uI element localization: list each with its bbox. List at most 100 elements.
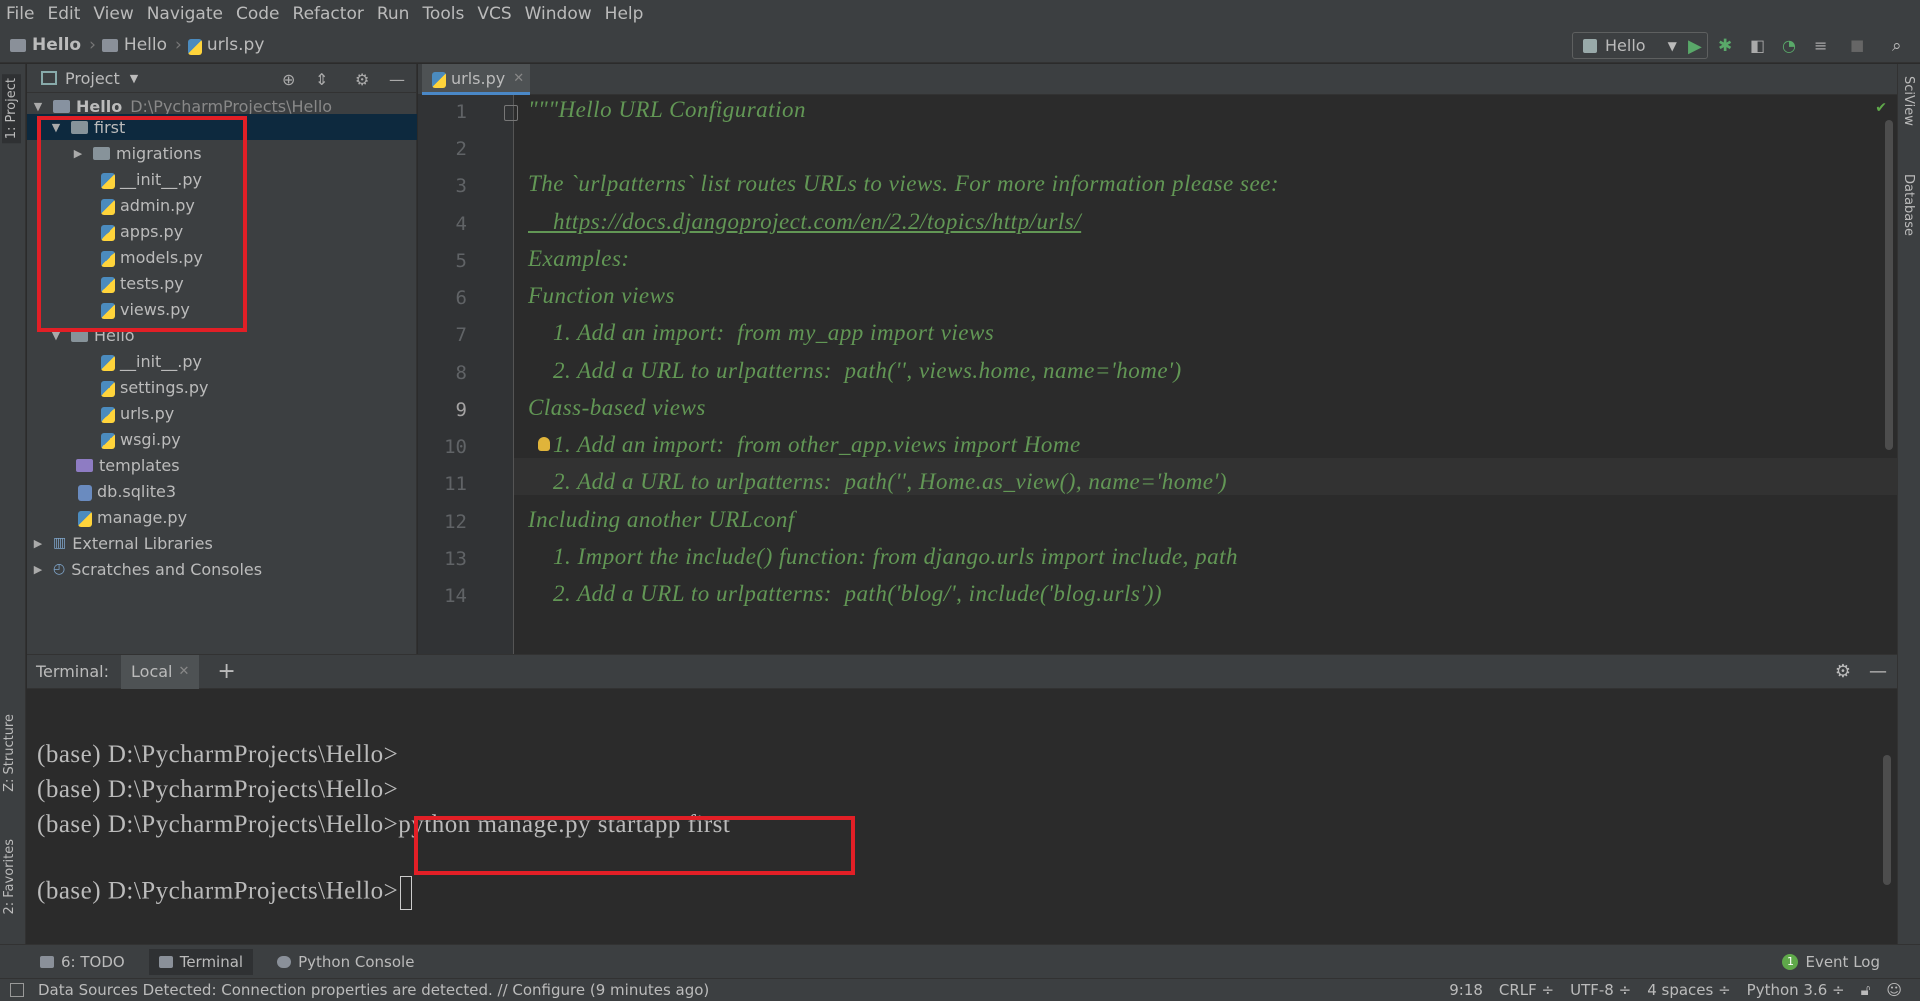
run-icon[interactable]: ▶ xyxy=(1688,36,1706,57)
status-bar: Data Sources Detected: Connection proper… xyxy=(0,978,1920,1001)
menu-refactor[interactable]: Refactor xyxy=(293,4,364,24)
tree-item-models[interactable]: models.py xyxy=(101,244,203,270)
django-icon xyxy=(1583,38,1597,53)
folder-icon xyxy=(10,39,26,52)
gear-icon[interactable]: ⚙ xyxy=(1835,661,1851,682)
menu-window[interactable]: Window xyxy=(525,4,592,24)
tree-item-label: wsgi.py xyxy=(120,429,181,449)
tree-item-settings[interactable]: settings.py xyxy=(101,374,209,400)
code-line: The `urlpatterns` list routes URLs to vi… xyxy=(528,171,1280,196)
new-terminal-button[interactable]: + xyxy=(217,659,235,684)
tool-windows-toggle-icon[interactable] xyxy=(10,983,24,997)
menu-navigate[interactable]: Navigate xyxy=(147,4,223,24)
breadcrumb-folder[interactable]: Hello xyxy=(124,35,167,55)
tree-item-hello[interactable]: ▼ Hello xyxy=(49,322,135,348)
file-encoding[interactable]: UTF-8 ÷ xyxy=(1570,981,1631,999)
locate-icon[interactable]: ⊕ xyxy=(282,70,298,89)
toolwindow-event-log[interactable]: 1 Event Log xyxy=(1782,953,1880,971)
chevron-down-icon[interactable]: ▼ xyxy=(31,100,45,113)
menu-vcs[interactable]: VCS xyxy=(477,4,511,24)
line-separator[interactable]: CRLF ÷ xyxy=(1499,981,1554,999)
tree-item-external-libraries[interactable]: ▶ ▥ External Libraries xyxy=(27,530,213,556)
event-count-badge: 1 xyxy=(1782,953,1799,970)
code-line-link[interactable]: https://docs.djangoproject.com/en/2.2/to… xyxy=(528,209,1081,235)
tab-database[interactable]: Database xyxy=(1901,174,1916,236)
tree-item-templates[interactable]: templates xyxy=(76,452,180,478)
menu-code[interactable]: Code xyxy=(236,4,280,24)
stop-icon[interactable]: ■ xyxy=(1850,36,1868,54)
concurrency-icon[interactable]: ≡ xyxy=(1814,36,1832,55)
tree-item-tests[interactable]: tests.py xyxy=(101,270,184,296)
project-panel-title[interactable]: Project xyxy=(65,69,120,88)
tree-item-wsgi[interactable]: wsgi.py xyxy=(101,426,181,452)
tree-item-db[interactable]: db.sqlite3 xyxy=(78,478,176,504)
toolwindow-label: Terminal xyxy=(179,952,244,971)
tree-item-urls[interactable]: urls.py xyxy=(101,400,174,426)
tree-item-views[interactable]: views.py xyxy=(101,296,190,322)
chevron-down-icon[interactable]: ▼ xyxy=(130,72,138,85)
close-icon[interactable]: ✕ xyxy=(178,664,189,679)
terminal-prompt-line[interactable]: (base) D:\PycharmProjects\Hello> xyxy=(37,876,413,910)
menu-view[interactable]: View xyxy=(93,4,133,24)
menu-edit[interactable]: Edit xyxy=(47,4,80,24)
inspector-icon[interactable]: ☺ xyxy=(1886,981,1902,999)
line-number: 8 xyxy=(455,362,467,384)
tree-item-first[interactable]: ▼ first xyxy=(27,114,417,140)
collapse-all-icon[interactable]: ⇕ xyxy=(315,70,331,89)
toolwindow-python-console[interactable]: Python Console xyxy=(267,949,424,975)
search-icon[interactable]: ⌕ xyxy=(1892,36,1910,56)
coverage-icon[interactable]: ◧ xyxy=(1750,36,1768,55)
fold-marker-icon[interactable] xyxy=(504,105,518,121)
breadcrumb-project[interactable]: Hello xyxy=(32,35,81,55)
line-number: 12 xyxy=(444,511,467,533)
tree-item-hello-init[interactable]: __init__.py xyxy=(101,348,202,374)
gear-icon[interactable]: ⚙ xyxy=(355,70,371,89)
hide-icon[interactable]: — xyxy=(1869,661,1887,682)
python-file-icon xyxy=(101,225,115,241)
tree-item-apps[interactable]: apps.py xyxy=(101,218,183,244)
tree-item-init[interactable]: __init__.py xyxy=(101,166,202,192)
tree-item-admin[interactable]: admin.py xyxy=(101,192,195,218)
menu-help[interactable]: Help xyxy=(605,4,644,24)
tree-item-manage[interactable]: manage.py xyxy=(78,504,187,530)
python-file-icon xyxy=(101,303,115,319)
inspection-ok-icon[interactable]: ✔ xyxy=(1875,100,1887,116)
code-line: """Hello URL Configuration xyxy=(528,97,806,122)
tree-item-migrations[interactable]: ▶ migrations xyxy=(71,140,202,166)
debug-icon[interactable]: ✱ xyxy=(1718,36,1736,56)
toolwindow-terminal[interactable]: Terminal xyxy=(148,948,254,975)
close-icon[interactable]: ✕ xyxy=(513,71,524,86)
terminal-line: (base) D:\PycharmProjects\Hello>python m… xyxy=(37,811,731,838)
python-interpreter[interactable]: Python 3.6 ÷ xyxy=(1747,981,1845,999)
menu-tools[interactable]: Tools xyxy=(422,4,464,24)
tree-item-scratches[interactable]: ▶ ◴ Scratches and Consoles xyxy=(27,556,262,582)
indent-setting[interactable]: 4 spaces ÷ xyxy=(1647,981,1730,999)
menu-run[interactable]: Run xyxy=(377,4,410,24)
lock-icon[interactable]: 🔓︎ xyxy=(1861,981,1871,999)
hide-icon[interactable]: — xyxy=(389,70,405,89)
chevron-right-icon[interactable]: ▶ xyxy=(31,563,45,576)
tab-favorites[interactable]: 2: Favorites xyxy=(2,839,17,915)
status-message[interactable]: Data Sources Detected: Connection proper… xyxy=(38,981,709,999)
menu-file[interactable]: File xyxy=(6,4,34,24)
editor-tab-urls[interactable]: urls.py ✕ xyxy=(422,64,530,95)
chevron-down-icon[interactable]: ▼ xyxy=(49,121,63,134)
code-area[interactable]: """Hello URL Configuration The `urlpatte… xyxy=(528,95,1888,654)
editor-scrollbar[interactable] xyxy=(1885,120,1893,450)
line-number: 13 xyxy=(444,548,467,570)
scratches-icon: ◴ xyxy=(53,561,66,577)
breadcrumb-file[interactable]: urls.py xyxy=(207,35,265,55)
caret-position[interactable]: 9:18 xyxy=(1449,981,1483,999)
python-file-icon xyxy=(101,277,115,293)
chevron-down-icon[interactable]: ▼ xyxy=(49,329,63,342)
chevron-right-icon[interactable]: ▶ xyxy=(71,147,85,160)
tab-project[interactable]: 1: Project xyxy=(2,74,21,144)
terminal-scrollbar[interactable] xyxy=(1883,755,1891,885)
terminal-label: Terminal: xyxy=(36,662,110,681)
terminal-tab-local[interactable]: Local ✕ xyxy=(121,654,200,689)
tab-structure[interactable]: Z: Structure xyxy=(2,714,17,792)
toolwindow-todo[interactable]: 6: TODO xyxy=(30,949,135,975)
profile-icon[interactable]: ◔ xyxy=(1782,36,1800,55)
chevron-right-icon[interactable]: ▶ xyxy=(31,537,45,550)
tab-sciview[interactable]: SciView xyxy=(1901,76,1916,126)
